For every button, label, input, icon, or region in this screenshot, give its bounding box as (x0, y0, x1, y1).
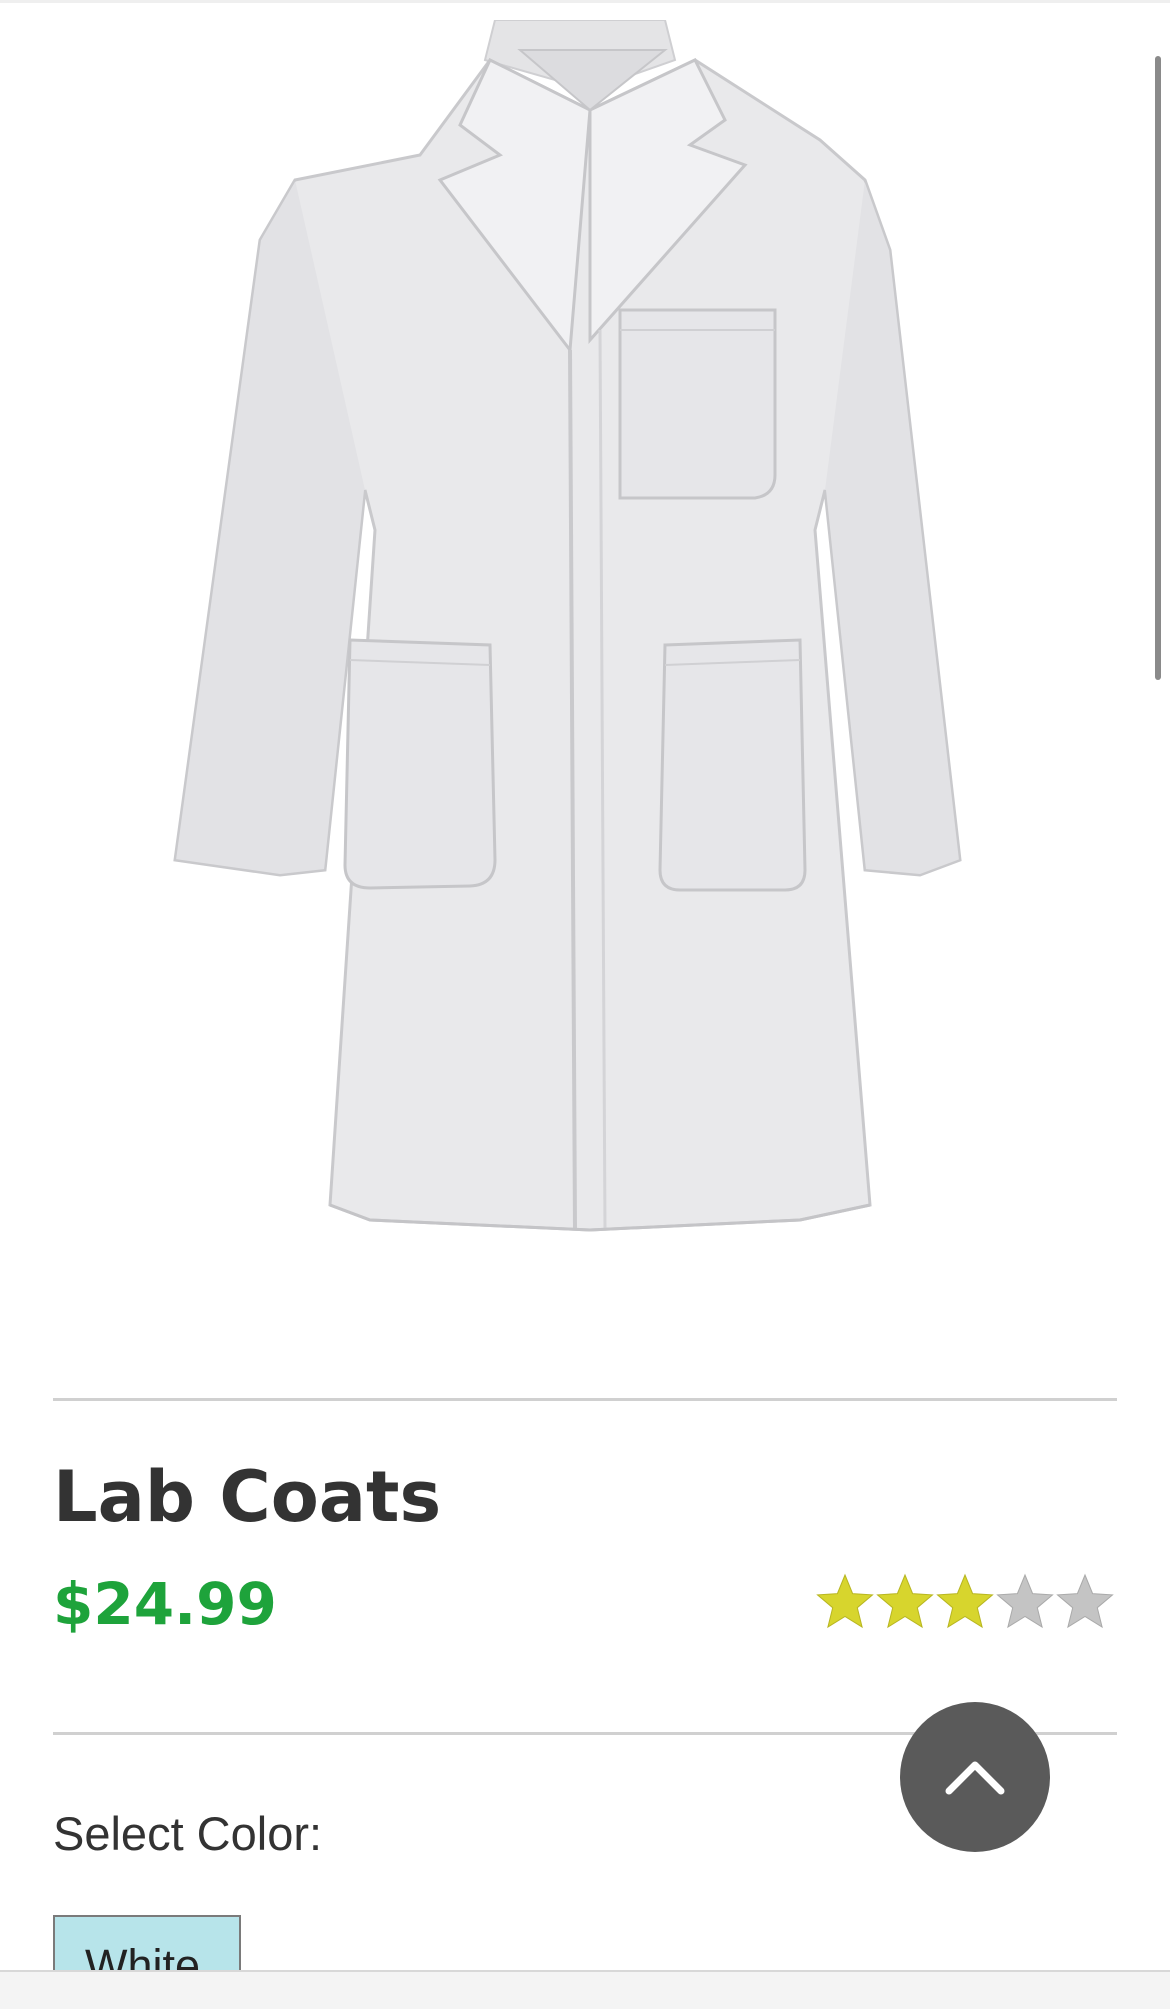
chevron-up-icon (945, 1761, 1005, 1795)
top-edge-line (0, 0, 1170, 3)
page-scrollbar[interactable] (1155, 56, 1161, 680)
divider (53, 1398, 1117, 1401)
select-color-label: Select Color: (53, 1807, 323, 1860)
star-rating (815, 1572, 1115, 1638)
star-filled-icon (936, 1573, 994, 1629)
star-empty-icon (1056, 1573, 1114, 1629)
product-image[interactable] (120, 20, 1020, 1250)
bottom-bar (0, 1970, 1170, 2009)
product-title: Lab Coats (53, 1456, 442, 1538)
product-price: $24.99 (53, 1570, 277, 1638)
star-filled-icon (876, 1573, 934, 1629)
star-filled-icon (816, 1573, 874, 1629)
star-empty-icon (996, 1573, 1054, 1629)
back-to-top-button[interactable] (900, 1702, 1050, 1852)
